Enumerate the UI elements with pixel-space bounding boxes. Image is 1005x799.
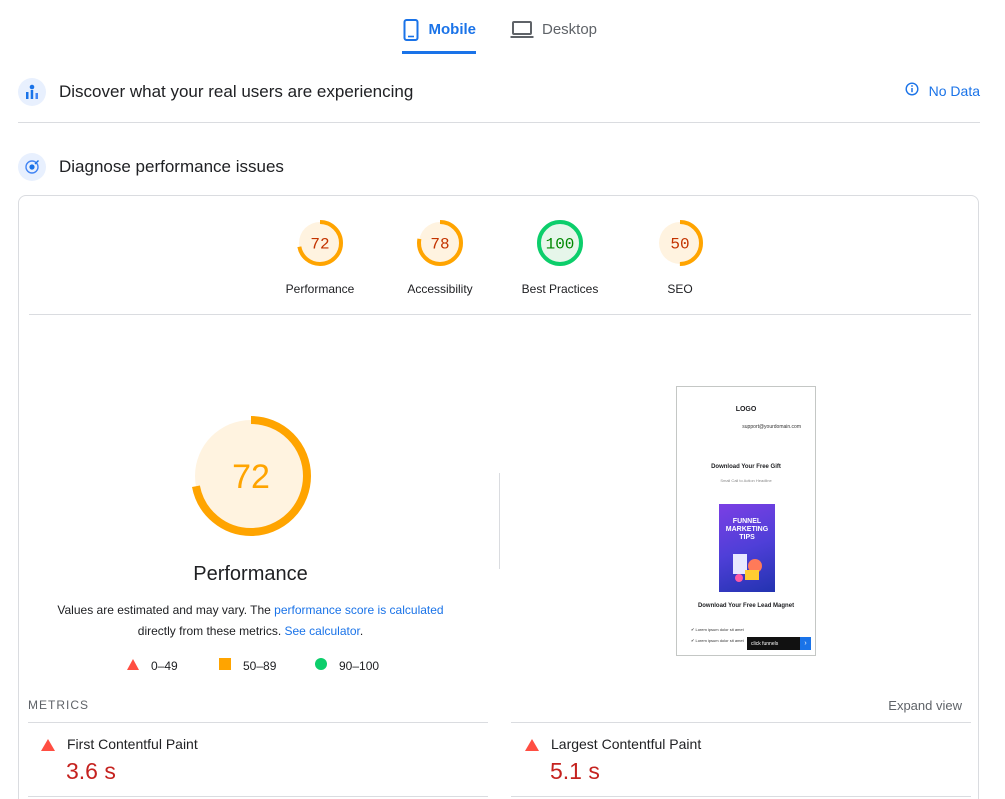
screenshot-bullet: ✔ Lorem ipsum dolor sit amet xyxy=(691,638,744,643)
square-icon xyxy=(219,658,231,673)
legend-range: 90–100 xyxy=(339,658,380,673)
gauges-divider xyxy=(29,314,971,315)
legend-range: 50–89 xyxy=(243,658,277,673)
gauge-score: 50 xyxy=(670,236,689,254)
expand-view-button[interactable]: Expand view xyxy=(888,698,962,713)
field-data-title: Discover what your real users are experi… xyxy=(59,82,414,101)
metrics-divider xyxy=(28,722,488,723)
field-data-section: Discover what your real users are experi… xyxy=(18,78,980,106)
circle-icon xyxy=(315,658,327,673)
page-screenshot: LOGO support@yourdomain.com Download You… xyxy=(676,386,816,656)
book-title: FUNNEL MARKETING TIPS xyxy=(725,518,769,541)
category-gauges: 72 Performance 78 Accessibility 100 Best… xyxy=(19,218,980,308)
no-data-link[interactable]: No Data xyxy=(905,82,980,99)
gauge-label: Accessibility xyxy=(407,282,473,296)
legend-range: 0–49 xyxy=(151,658,178,673)
performance-title: Performance xyxy=(193,563,308,585)
metrics-divider xyxy=(28,796,488,797)
triangle-icon xyxy=(525,738,539,756)
performance-description: Values are estimated and may vary. The p… xyxy=(54,600,447,642)
gauge-ring: 50 xyxy=(657,220,703,266)
lab-data-title: Diagnose performance issues xyxy=(59,157,284,176)
lighthouse-report-card: 72 Performance 78 Accessibility 100 Best… xyxy=(18,195,979,799)
desc-text: directly from these metrics. xyxy=(137,624,285,638)
laptop-icon xyxy=(510,16,534,44)
gauge-ring: 100 xyxy=(537,220,583,266)
smartphone-icon xyxy=(402,16,421,44)
gauge-performance[interactable]: 72 Performance xyxy=(265,218,375,296)
users-chart-icon xyxy=(18,78,46,106)
performance-score: 72 xyxy=(232,458,270,496)
metric-value: 5.1 s xyxy=(550,758,600,784)
gauge-accessibility[interactable]: 78 Accessibility xyxy=(385,218,495,296)
metrics-divider xyxy=(511,722,971,723)
desc-text: . xyxy=(359,624,364,638)
gauge-ring: 72 xyxy=(297,220,343,266)
legend-fail: 0–49 xyxy=(127,658,219,673)
gauge-score: 72 xyxy=(310,236,329,254)
screenshot-heading-2: Download Your Free Lead Magnet xyxy=(697,603,795,609)
gauge-seo[interactable]: 50 SEO xyxy=(625,218,735,296)
performance-gauge-large: 72 xyxy=(189,414,313,538)
screenshot-book-cover: FUNNEL MARKETING TIPS xyxy=(719,504,775,592)
triangle-icon xyxy=(41,738,55,756)
gauge-score: 100 xyxy=(546,236,575,254)
no-data-label: No Data xyxy=(928,82,980,99)
tab-mobile-label: Mobile xyxy=(428,21,477,38)
screenshot-heading: Download Your Free Gift xyxy=(711,464,781,470)
book-illustration xyxy=(733,554,762,582)
legend-average: 50–89 xyxy=(219,658,315,673)
tab-mobile[interactable]: Mobile xyxy=(402,16,476,54)
gauge-best-practices[interactable]: 100 Best Practices xyxy=(505,218,615,296)
chevron-right-icon: › xyxy=(800,637,811,650)
info-icon xyxy=(905,82,919,99)
desc-text: Values are estimated and may vary. The xyxy=(57,603,275,617)
legend-pass: 90–100 xyxy=(315,658,407,673)
score-calculated-link[interactable]: performance score is calculated xyxy=(274,603,443,617)
gauge-label: SEO xyxy=(667,282,693,296)
screenshot-logo: LOGO xyxy=(735,406,757,413)
section-divider xyxy=(18,122,980,123)
tab-desktop[interactable]: Desktop xyxy=(510,16,597,54)
screenshot-email: support@yourdomain.com xyxy=(742,424,801,430)
see-calculator-link[interactable]: See calculator xyxy=(284,624,359,638)
metric-name: Largest Contentful Paint xyxy=(551,736,702,752)
screenshot-subheading: Small Call to Action Headline xyxy=(720,478,772,483)
vertical-divider xyxy=(499,473,500,569)
gauge-score: 78 xyxy=(430,236,449,254)
lab-data-section: Diagnose performance issues xyxy=(18,153,980,181)
gauge-label: Best Practices xyxy=(521,282,599,296)
metric-value: 3.6 s xyxy=(66,758,116,784)
score-legend: 0–49 50–89 90–100 xyxy=(127,658,407,673)
metrics-heading: METRICS xyxy=(28,698,89,712)
diagnose-icon xyxy=(18,153,46,181)
badge-label: click funnels xyxy=(751,640,779,647)
metrics-divider xyxy=(511,796,971,797)
triangle-icon xyxy=(127,658,139,673)
gauge-ring: 78 xyxy=(417,220,463,266)
device-tabs: Mobile Desktop xyxy=(0,0,1005,56)
tab-desktop-label: Desktop xyxy=(542,21,598,38)
metric-name: First Contentful Paint xyxy=(67,736,198,752)
clickfunnels-badge: click funnels › xyxy=(747,637,811,650)
gauge-label: Performance xyxy=(285,282,355,296)
screenshot-bullet: ✔ Lorem ipsum dolor sit amet xyxy=(691,627,744,632)
